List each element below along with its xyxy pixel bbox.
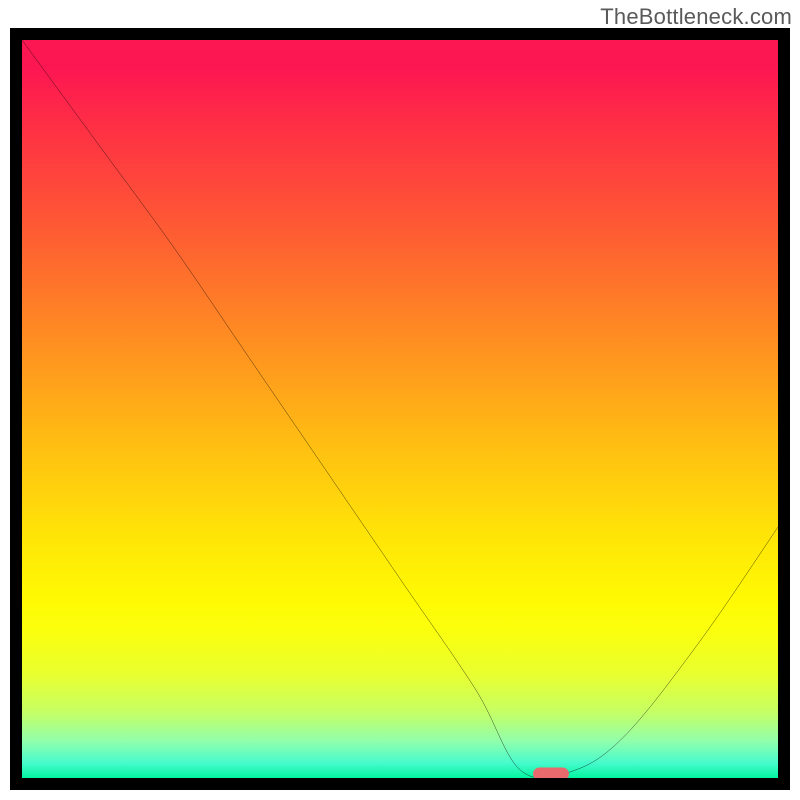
bottleneck-curve xyxy=(22,40,778,778)
optimum-marker xyxy=(533,768,569,778)
chart-container: TheBottleneck.com xyxy=(0,0,800,800)
watermark-text: TheBottleneck.com xyxy=(600,4,792,30)
plot-area xyxy=(22,40,778,778)
curve-path xyxy=(22,40,778,778)
plot-frame xyxy=(10,28,790,790)
